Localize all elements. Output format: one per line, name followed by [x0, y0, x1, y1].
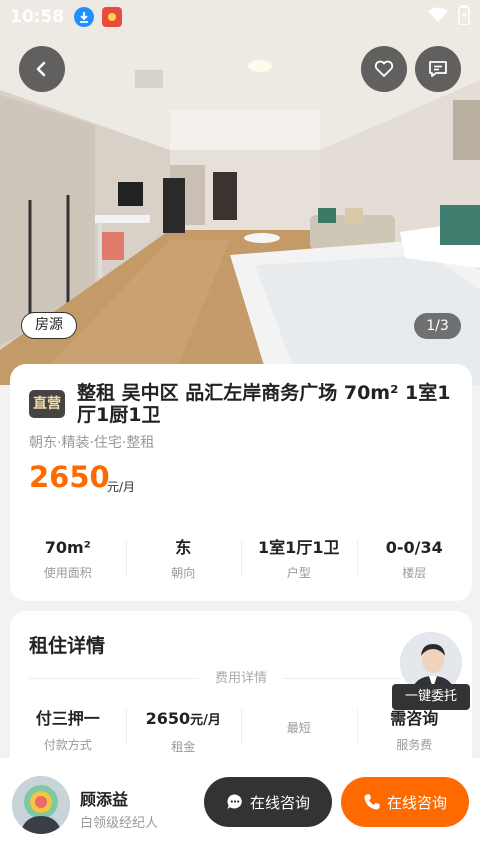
- stat-layout-label: 户型: [286, 566, 311, 580]
- fee-section-label: 费用详情: [214, 671, 267, 686]
- stat-area-value: 70m²: [44, 538, 91, 557]
- rent-minimum-term: 最短: [241, 707, 357, 755]
- message-button[interactable]: [415, 46, 461, 92]
- entrust-floating-button[interactable]: 一键委托: [392, 630, 470, 710]
- favorite-button[interactable]: [361, 46, 407, 92]
- minimum-term-label: 最短: [286, 721, 311, 735]
- rent-amount-value: 2650元/月: [126, 707, 242, 733]
- status-bar: 10:58: [0, 0, 480, 34]
- service-fee-label: 服务费: [396, 738, 433, 752]
- entrust-label: 一键委托: [392, 684, 470, 710]
- price-unit: 元/月: [107, 480, 136, 494]
- service-fee-value: 需咨询: [390, 709, 439, 728]
- download-icon: [74, 7, 95, 27]
- stat-area-label: 使用面积: [43, 566, 92, 580]
- payment-method-label: 付款方式: [43, 738, 92, 752]
- screen: 10:58 房源 1/3 直营 整租 吴中区 品汇左岸商务广场 70m² 1室1…: [0, 0, 480, 854]
- bottom-action-bar: 顾添益 白领级经纪人 在线咨询 在线咨询: [0, 758, 480, 854]
- stat-floor-label: 楼层: [402, 566, 427, 580]
- chat-icon: [227, 794, 242, 809]
- rent-service-fee: 需咨询 服务费: [356, 707, 473, 755]
- rent-amount-unit: 元/月: [190, 713, 221, 728]
- agent-title: 白领级经纪人: [80, 816, 159, 831]
- battery-icon: [458, 5, 470, 29]
- back-button[interactable]: [19, 46, 65, 92]
- payment-method-value: 付三押一: [35, 709, 100, 728]
- photo-category-tag[interactable]: 房源: [21, 312, 77, 339]
- stat-layout-value: 1室1厅1卫: [258, 538, 340, 557]
- rent-payment-method: 付三押一 付款方式: [10, 707, 126, 755]
- agent-avatar[interactable]: [12, 776, 70, 834]
- direct-operated-badge: 直营: [29, 390, 65, 418]
- listing-stats: 70m² 使用面积 东 朝向 1室1厅1卫 户型 0-0/34 楼层: [10, 536, 472, 581]
- stat-floor-value: 0-0/34: [385, 538, 443, 557]
- app-notification-icon: [102, 7, 123, 27]
- online-chat-label: 在线咨询: [249, 793, 310, 812]
- stat-floor: 0-0/34 楼层: [356, 536, 473, 581]
- rent-amount-number: 2650: [145, 709, 191, 728]
- listing-info-card: 直营 整租 吴中区 品汇左岸商务广场 70m² 1室1厅1厨1卫 朝东·精装·住…: [10, 364, 472, 601]
- agent-name: 顾添益: [80, 790, 129, 809]
- stat-area: 70m² 使用面积: [10, 536, 126, 581]
- listing-tags: 朝东·精装·住宅·整租: [29, 435, 155, 451]
- wifi-icon: [428, 7, 448, 27]
- rent-details-title: 租住详情: [29, 635, 106, 657]
- stat-orientation-label: 朝向: [171, 566, 196, 580]
- chevron-left-icon: [36, 61, 46, 77]
- phone-icon: [364, 794, 380, 810]
- online-call-label: 在线咨询: [386, 793, 447, 812]
- status-indicators: [428, 5, 470, 29]
- photo-counter: 1/3: [414, 313, 461, 339]
- online-call-button[interactable]: 在线咨询: [341, 777, 469, 827]
- rent-stats: 付三押一 付款方式 2650元/月 租金 最短 需咨询 服务费: [10, 707, 472, 755]
- fee-section-divider: 费用详情: [29, 669, 453, 689]
- rent-amount: 2650元/月 租金: [125, 707, 242, 755]
- online-chat-button[interactable]: 在线咨询: [204, 777, 332, 827]
- chat-bubble-icon: [429, 61, 447, 77]
- listing-title: 整租 吴中区 品汇左岸商务广场 70m² 1室1厅1厨1卫: [77, 382, 451, 426]
- stat-layout: 1室1厅1卫 户型: [241, 536, 357, 581]
- listing-price: 2650: [29, 460, 110, 494]
- status-time: 10:58: [10, 7, 65, 27]
- heart-icon: [374, 60, 394, 77]
- rent-amount-label: 租金: [171, 740, 196, 754]
- stat-orientation-value: 东: [175, 538, 192, 557]
- stat-orientation: 东 朝向: [125, 536, 242, 581]
